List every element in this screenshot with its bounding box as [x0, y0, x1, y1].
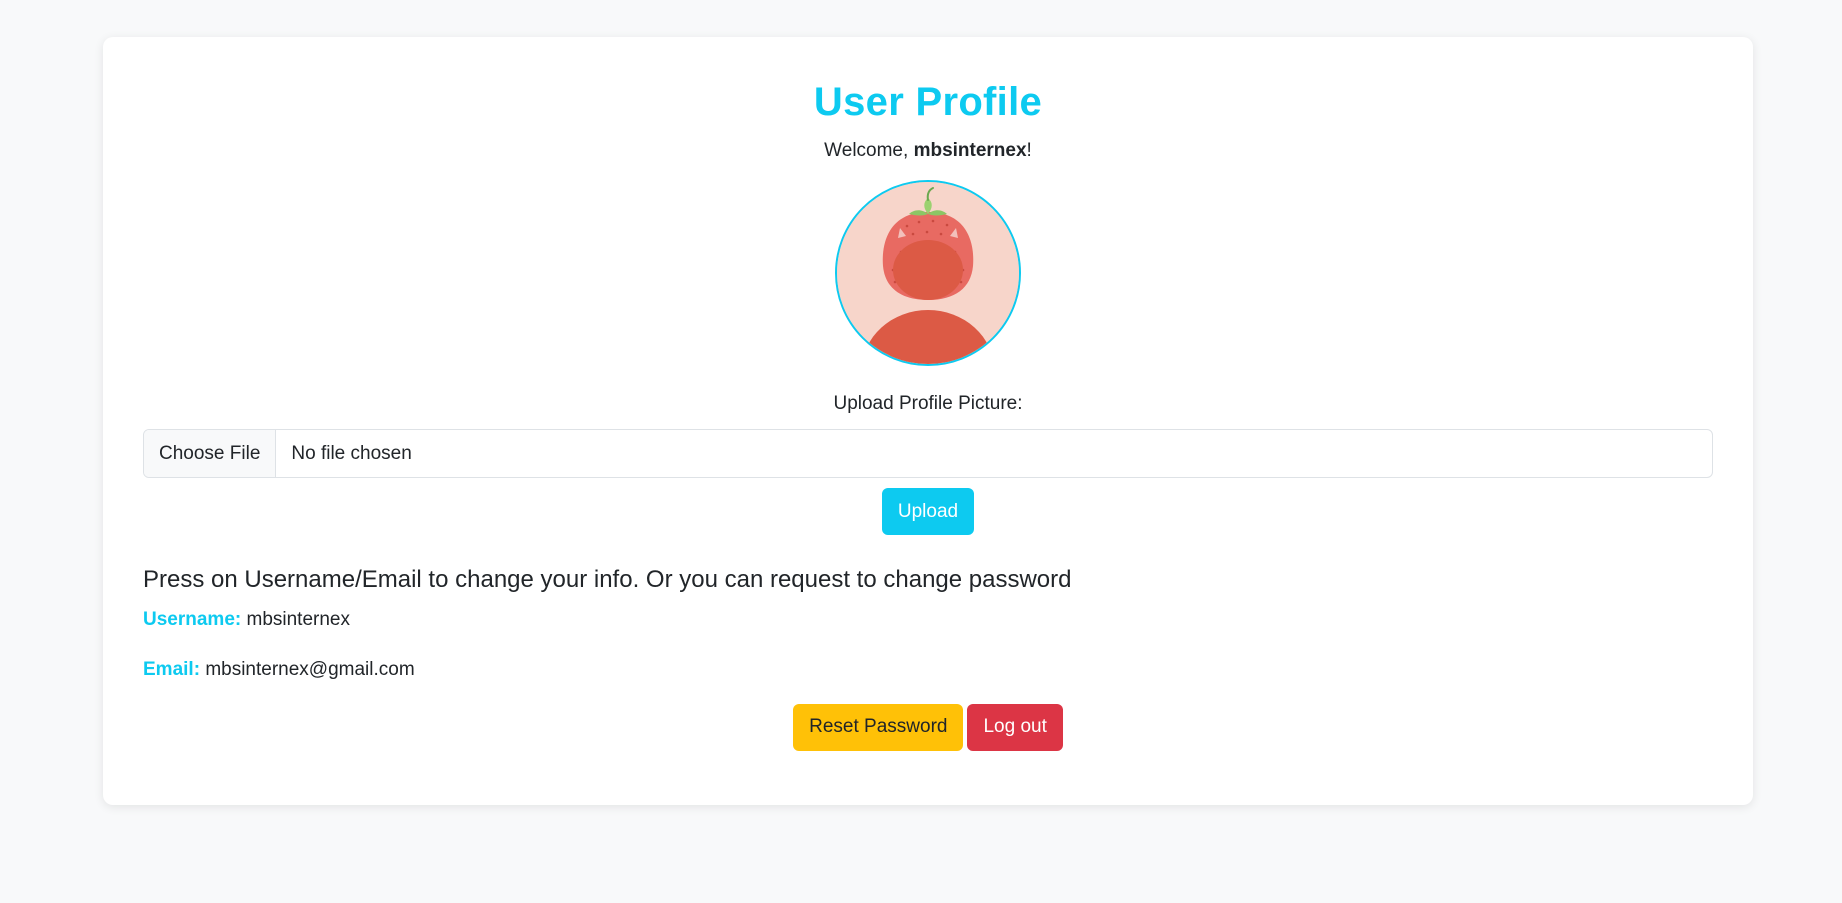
choose-file-button[interactable]: Choose File — [144, 430, 277, 478]
welcome-message: Welcome, mbsinternex! — [143, 139, 1713, 164]
upload-label: Upload Profile Picture: — [833, 392, 1023, 414]
profile-card: User Profile Welcome, mbsinternex! Uploa… — [103, 37, 1753, 805]
info-heading: Press on Username/Email to change your i… — [143, 566, 1072, 594]
profile-picture-file-input[interactable]: Choose File No file chosen — [143, 429, 1713, 479]
file-status-text: No file chosen — [291, 442, 412, 464]
username-value[interactable]: mbsinternex — [247, 609, 351, 630]
username-label: Username: — [143, 609, 242, 631]
email-row[interactable]: Email: mbsinternex@gmail.com — [143, 658, 1713, 683]
email-label: Email: — [143, 658, 201, 680]
email-value[interactable]: mbsinternex@gmail.com — [205, 659, 414, 680]
welcome-username: mbsinternex — [913, 140, 1027, 161]
logout-button[interactable]: Log out — [967, 703, 1063, 751]
welcome-prefix: Welcome, — [824, 140, 914, 161]
page-title: User Profile — [813, 80, 1043, 124]
upload-button[interactable]: Upload — [881, 488, 975, 536]
strawberry-avatar-icon — [837, 181, 1019, 364]
welcome-suffix: ! — [1026, 140, 1032, 161]
reset-password-button[interactable]: Reset Password — [793, 703, 964, 751]
avatar — [835, 179, 1021, 366]
username-row[interactable]: Username: mbsinternex — [143, 608, 1713, 633]
